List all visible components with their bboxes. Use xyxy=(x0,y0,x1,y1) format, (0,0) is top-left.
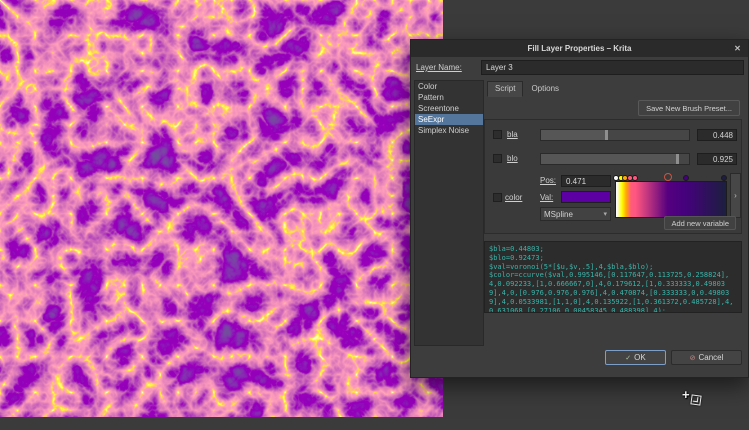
layer-name-value: Layer 3 xyxy=(486,63,513,72)
list-item-simplex-noise[interactable]: Simplex Noise xyxy=(415,125,483,136)
blo-slider-handle[interactable] xyxy=(676,154,679,164)
color-checkbox[interactable] xyxy=(493,193,502,202)
krita-canvas[interactable] xyxy=(0,0,443,417)
tool-badge-icon xyxy=(690,394,701,405)
pos-label: Pos: xyxy=(540,176,556,185)
crosshair-cursor-icon: + xyxy=(682,387,690,402)
blo-label: blo xyxy=(507,154,518,163)
save-new-brush-preset-button[interactable]: Save New Brush Preset... xyxy=(638,100,740,116)
gradient-expand-button[interactable]: › xyxy=(730,173,741,218)
gradient-strip[interactable] xyxy=(615,181,727,218)
bla-slider-fill xyxy=(541,130,607,140)
val-label: Val: xyxy=(540,193,553,202)
interpolation-dropdown[interactable]: MSpline ▾ xyxy=(540,207,611,221)
gradient-stop-markers[interactable] xyxy=(615,173,727,181)
fill-layer-properties-dialog: Fill Layer Properties – Krita ✕ Layer Na… xyxy=(410,39,749,378)
tab-script[interactable]: Script xyxy=(487,81,523,97)
script-editor[interactable]: $bla=0.44803; $blo=0.92473; $val=voronoi… xyxy=(484,241,742,313)
generator-type-list: Color Pattern Screentone SeExpr Simplex … xyxy=(414,80,484,346)
list-item-seexpr[interactable]: SeExpr xyxy=(415,114,483,125)
layer-name-label: Layer Name: xyxy=(416,63,462,72)
cancel-button-label: Cancel xyxy=(698,353,723,362)
check-icon: ✓ xyxy=(625,354,631,362)
close-icon[interactable]: ✕ xyxy=(732,43,743,54)
ok-button-label: OK xyxy=(634,353,646,362)
add-new-variable-button[interactable]: Add new variable xyxy=(664,216,736,230)
list-item-color[interactable]: Color xyxy=(415,81,483,92)
mouse-cursor: + xyxy=(682,386,690,404)
seexpr-script-text: $bla=0.44803; $blo=0.92473; $val=voronoi… xyxy=(489,245,737,313)
bla-slider-handle[interactable] xyxy=(605,130,608,140)
chevron-down-icon: ▾ xyxy=(603,210,607,218)
tab-bar: Script Options xyxy=(487,81,567,97)
tab-options[interactable]: Options xyxy=(523,81,567,97)
variables-panel: bla 0.448 blo 0.925 color Pos: 0.471 Val… xyxy=(484,119,742,234)
bla-value-box[interactable]: 0.448 xyxy=(697,129,737,141)
expand-arrow-icon: › xyxy=(734,191,737,200)
blo-slider-fill xyxy=(541,154,678,164)
cancel-button[interactable]: ⊘ Cancel xyxy=(671,350,742,365)
gradient-editor xyxy=(615,173,727,218)
interpolation-value: MSpline xyxy=(544,210,573,219)
blo-value-box[interactable]: 0.925 xyxy=(697,153,737,165)
seexpr-noise-texture xyxy=(0,0,443,417)
ok-button[interactable]: ✓ OK xyxy=(605,350,666,365)
gradient-stop-marker[interactable] xyxy=(664,173,672,181)
list-item-pattern[interactable]: Pattern xyxy=(415,92,483,103)
blo-checkbox[interactable] xyxy=(493,154,502,163)
color-label: color xyxy=(505,193,522,202)
pos-input[interactable]: 0.471 xyxy=(561,175,611,187)
list-item-screentone[interactable]: Screentone xyxy=(415,103,483,114)
blo-slider[interactable] xyxy=(540,153,690,165)
bla-checkbox[interactable] xyxy=(493,130,502,139)
layer-name-input[interactable]: Layer 3 xyxy=(481,60,744,75)
bla-label: bla xyxy=(507,130,518,139)
dialog-titlebar[interactable]: Fill Layer Properties – Krita ✕ xyxy=(411,40,748,57)
cancel-icon: ⊘ xyxy=(690,354,696,362)
val-color-swatch[interactable] xyxy=(561,191,611,203)
bla-slider[interactable] xyxy=(540,129,690,141)
dialog-title: Fill Layer Properties – Krita xyxy=(527,44,631,53)
